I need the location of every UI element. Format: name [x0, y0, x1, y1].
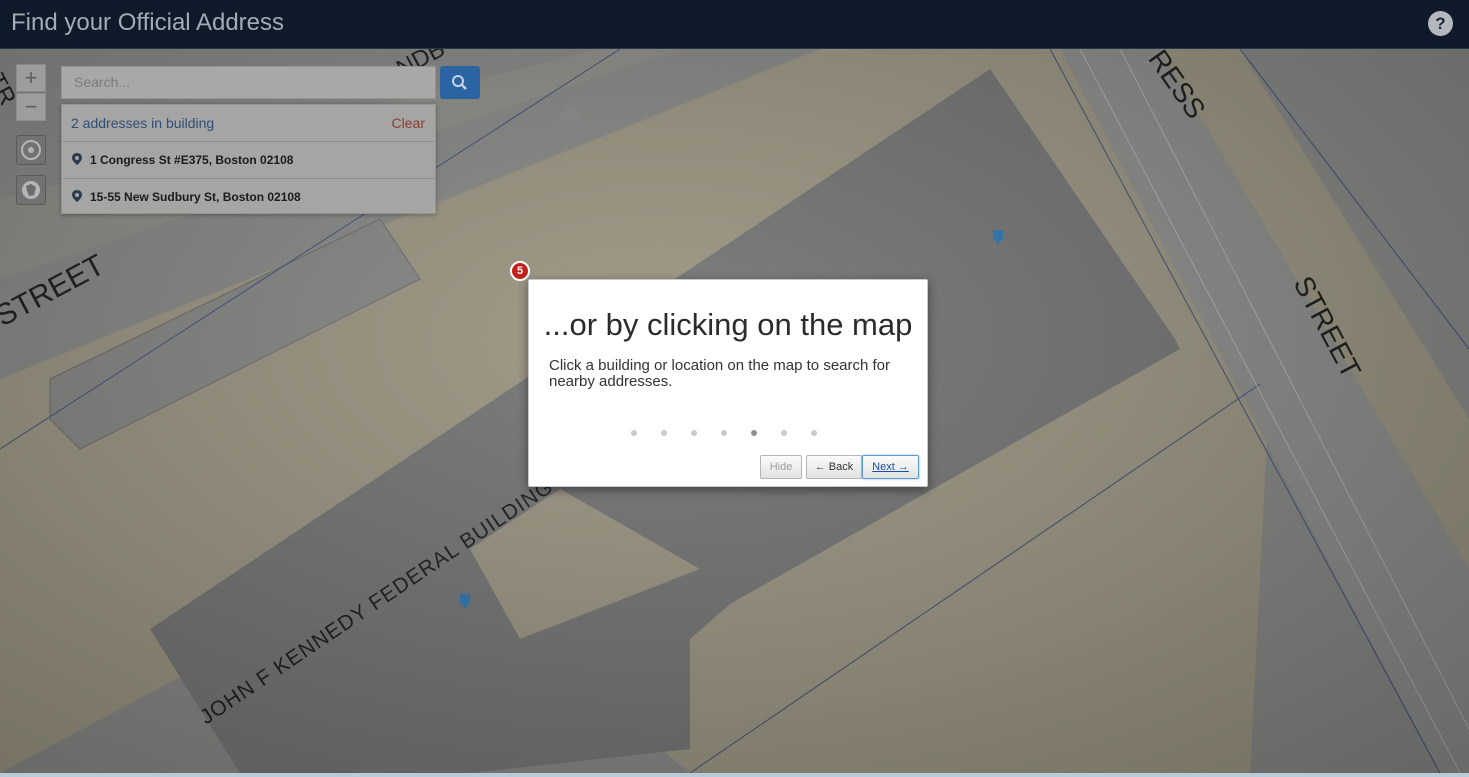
tour-progress-dots [631, 423, 841, 441]
map-layer-icon [22, 181, 40, 199]
tour-dot[interactable] [691, 430, 697, 436]
tour-dot-active[interactable] [751, 430, 757, 436]
tour-dot[interactable] [721, 430, 727, 436]
next-button[interactable]: Next → [862, 455, 919, 479]
app-title: Find your Official Address [11, 9, 285, 36]
tour-dot[interactable] [661, 430, 667, 436]
locate-button[interactable] [16, 135, 46, 165]
app-header: Find your Official Address ? [0, 0, 1469, 49]
search-icon [452, 75, 467, 90]
tour-dot[interactable] [781, 430, 787, 436]
search-input[interactable]: Search... [61, 66, 436, 99]
zoom-in-button[interactable]: + [16, 64, 46, 92]
back-button[interactable]: ← Back [806, 455, 862, 479]
help-icon[interactable]: ? [1428, 11, 1453, 36]
tour-dialog: ...or by clicking on the map Click a bui… [528, 279, 928, 487]
search-button[interactable] [440, 66, 480, 99]
results-count: 2 addresses in building [71, 115, 215, 131]
results-panel: 2 addresses in building Clear 1 Congress… [61, 104, 436, 214]
tour-step-badge: 5 [510, 261, 530, 281]
layers-button[interactable] [16, 175, 46, 205]
result-item[interactable]: 1 Congress St #E375, Boston 02108 [62, 142, 435, 179]
crosshair-icon [21, 140, 41, 160]
status-bar [0, 773, 1469, 777]
result-item[interactable]: 15-55 New Sudbury St, Boston 02108 [62, 179, 435, 215]
map-marker-icon [72, 153, 82, 165]
map-marker-icon [72, 190, 82, 202]
tour-dot[interactable] [631, 430, 637, 436]
tour-title: ...or by clicking on the map [543, 307, 913, 342]
results-header: 2 addresses in building Clear [62, 105, 435, 142]
result-address: 1 Congress St #E375, Boston 02108 [90, 153, 294, 167]
clear-button[interactable]: Clear [392, 115, 425, 131]
hide-button[interactable]: Hide [760, 455, 802, 479]
result-address: 15-55 New Sudbury St, Boston 02108 [90, 190, 301, 204]
tour-body: Click a building or location on the map … [549, 357, 891, 390]
zoom-out-button[interactable]: − [16, 93, 46, 121]
tour-dot[interactable] [811, 430, 817, 436]
